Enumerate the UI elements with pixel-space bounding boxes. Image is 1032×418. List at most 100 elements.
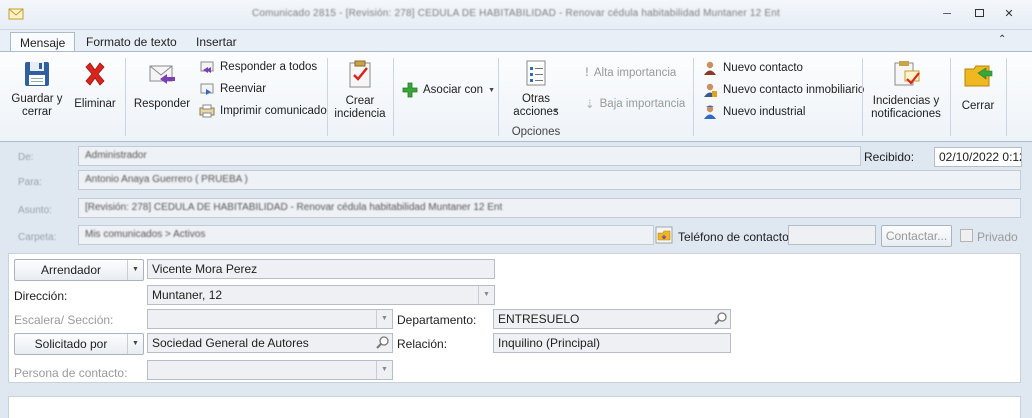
ribbon-separator — [125, 58, 126, 136]
ribbon-separator — [693, 58, 694, 136]
minimize-button[interactable]: ─ — [936, 6, 958, 22]
search-icon[interactable] — [713, 311, 729, 327]
save-close-button[interactable]: Guardar y cerrar — [10, 57, 64, 125]
chevron-down-icon: ▼ — [376, 361, 392, 379]
tab-insertar[interactable]: Insertar — [187, 32, 246, 52]
subject-field[interactable]: [Revisión: 278] CEDULA DE HABITABILIDAD … — [78, 198, 1021, 218]
department-label: Departamento: — [397, 313, 477, 327]
contact-button[interactable]: Contactar... — [881, 225, 952, 247]
ribbon-separator — [1006, 58, 1007, 136]
incidents-notifications-button[interactable]: Incidencias y notificaciones — [866, 57, 946, 125]
private-checkbox[interactable] — [960, 229, 973, 242]
chevron-down-icon: ▼ — [478, 286, 494, 304]
reply-icon — [147, 60, 177, 88]
subject-value: [Revisión: 278] CEDULA DE HABITABILIDAD … — [85, 202, 503, 213]
high-importance-label: Alta importancia — [593, 67, 677, 79]
department-field[interactable]: ENTRESUELO — [493, 309, 731, 329]
reply-button[interactable]: Responder — [132, 57, 192, 125]
restore-button[interactable] — [968, 6, 990, 22]
forward-button[interactable]: Reenviar — [199, 82, 266, 96]
document-list-icon — [521, 59, 551, 89]
other-actions-label: Otras acciones — [513, 93, 559, 118]
save-close-label: Guardar y cerrar — [11, 93, 63, 118]
tab-formato-texto[interactable]: Formato de texto — [77, 32, 186, 52]
delete-button[interactable]: Eliminar — [70, 57, 120, 125]
subject-label: Asunto: — [18, 205, 52, 216]
plus-icon — [402, 82, 418, 98]
phone-label: Teléfono de contacto: — [678, 230, 793, 244]
clipboard-check-icon — [346, 59, 374, 89]
low-importance-label: Baja importancia — [599, 98, 686, 110]
role-button-label: Arrendador — [40, 263, 102, 277]
floppy-icon — [22, 59, 52, 89]
requested-dropdown-button[interactable]: Solicitado por ▼ — [14, 333, 144, 355]
department-value: ENTRESUELO — [498, 312, 580, 326]
close-window-button[interactable]: ✕ — [998, 6, 1020, 22]
person-icon — [702, 60, 718, 76]
stair-label: Escalera/ Sección: — [14, 313, 114, 327]
new-contact-owner-label: Nuevo contacto inmobiliario — [723, 84, 865, 96]
worker-icon — [702, 104, 718, 120]
ribbon-separator — [498, 58, 499, 136]
chevron-down-icon: ▼ — [127, 334, 143, 354]
to-field[interactable]: Antonio Anaya Guerrero ( PRUEBA ) — [78, 170, 1021, 190]
ribbon-separator — [862, 58, 863, 136]
create-incident-label: Crear incidencia — [334, 95, 386, 120]
from-value: Administrador — [85, 150, 147, 161]
role-dropdown-button[interactable]: Arrendador ▼ — [14, 259, 144, 281]
folder-field: Mis comunicados > Activos — [78, 225, 654, 245]
exclamation-icon: ! — [585, 67, 589, 79]
print-button[interactable]: Imprimir comunicado — [199, 104, 327, 118]
received-value: 02/10/2022 0:12 — [934, 147, 1022, 167]
phone-input[interactable] — [788, 225, 876, 245]
from-field: Administrador — [78, 146, 861, 166]
address-value: Muntaner, 12 — [152, 288, 223, 302]
to-value: Antonio Anaya Guerrero ( PRUEBA ) — [85, 174, 248, 185]
address-select[interactable]: Muntaner, 12 ▼ — [147, 285, 495, 305]
arrow-down-icon: ⇣ — [585, 99, 595, 111]
new-contact-owner-button[interactable]: Nuevo contacto inmobiliario — [702, 82, 864, 98]
collapse-ribbon-icon[interactable]: ⌃ — [998, 34, 1006, 45]
chevron-down-icon: ▼ — [127, 260, 143, 280]
new-contact-button[interactable]: Nuevo contacto — [702, 60, 803, 76]
message-body[interactable] — [8, 396, 1021, 418]
ribbon-separator — [327, 58, 328, 136]
tab-mensaje[interactable]: Mensaje — [10, 32, 76, 52]
requested-field[interactable]: Sociedad General de Autores — [147, 333, 393, 353]
reply-label: Responder — [133, 98, 191, 110]
close-label: Cerrar — [961, 100, 995, 112]
new-contact-label: Nuevo contacto — [723, 62, 803, 74]
folder-label: Carpeta: — [18, 232, 57, 243]
close-button[interactable]: Cerrar — [954, 57, 1002, 125]
search-icon[interactable] — [375, 335, 391, 351]
delete-x-icon — [82, 61, 108, 87]
role-value-field[interactable]: Vicente Mora Perez — [147, 259, 495, 279]
notifications-icon — [891, 59, 921, 89]
reply-all-icon — [199, 60, 215, 74]
new-industrial-button[interactable]: Nuevo industrial — [702, 104, 805, 120]
chevron-down-icon: ▼ — [376, 310, 392, 328]
folder-select-icon[interactable] — [655, 226, 673, 244]
other-actions-button[interactable]: Otras acciones — [503, 57, 569, 123]
address-label: Dirección: — [14, 289, 68, 303]
ribbon-separator — [393, 58, 394, 136]
relation-field[interactable]: Inquilino (Principal) — [493, 333, 731, 353]
create-incident-button[interactable]: Crear incidencia — [333, 57, 387, 125]
reply-all-button[interactable]: Responder a todos — [199, 60, 317, 74]
high-importance-button[interactable]: ! Alta importancia — [585, 67, 676, 79]
person-house-icon — [702, 82, 718, 98]
chevron-down-icon: ▼ — [488, 86, 496, 94]
requested-button-label: Solicitado por — [34, 337, 108, 351]
incidents-notifications-label: Incidencias y notificaciones — [871, 95, 941, 120]
chevron-down-icon: ▼ — [553, 108, 559, 114]
to-label: Para: — [18, 177, 42, 188]
associate-dropdown[interactable]: Asociar con ▼ — [402, 82, 495, 98]
received-label: Recibido: — [864, 150, 915, 164]
print-icon — [199, 104, 215, 118]
options-group-label: Opciones — [511, 126, 561, 138]
low-importance-button[interactable]: ⇣ Baja importancia — [585, 97, 685, 111]
contact-person-select[interactable]: ▼ — [147, 360, 393, 380]
stair-select[interactable]: ▼ — [147, 309, 393, 329]
folder-value: Mis comunicados > Activos — [85, 229, 206, 240]
contact-person-label: Persona de contacto: — [14, 366, 128, 380]
